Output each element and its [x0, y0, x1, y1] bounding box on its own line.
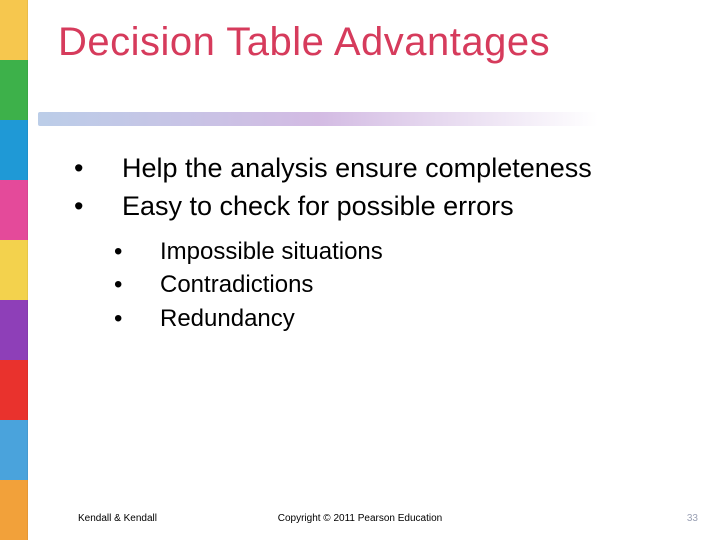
bullet-dot-icon: • [136, 235, 160, 269]
stripe-block [0, 360, 28, 420]
stripe-block [0, 120, 28, 180]
stripe-block [0, 420, 28, 480]
bullet-text: Redundancy [160, 305, 295, 332]
bullet-level1: •Easy to check for possible errors [98, 188, 678, 224]
bullet-dot-icon: • [136, 268, 160, 302]
slide-body: •Help the analysis ensure completeness •… [98, 150, 678, 336]
decorative-stripe [0, 0, 28, 540]
stripe-block [0, 180, 28, 240]
stripe-block [0, 480, 28, 540]
footer-copyright: Copyright © 2011 Pearson Education [0, 513, 720, 524]
bullet-dot-icon: • [98, 150, 122, 186]
bullet-text: Help the analysis ensure completeness [122, 153, 592, 183]
bullet-level2: •Impossible situations [136, 235, 678, 269]
bullet-text: Impossible situations [160, 238, 383, 265]
bullet-level2: •Contradictions [136, 268, 678, 302]
stripe-block [0, 60, 28, 120]
slide-title: Decision Table Advantages [58, 20, 550, 65]
stripe-block [0, 0, 28, 60]
sub-bullet-group: •Impossible situations •Contradictions •… [136, 235, 678, 336]
bullet-level2: •Redundancy [136, 302, 678, 336]
bullet-level1: •Help the analysis ensure completeness [98, 150, 678, 186]
bullet-text: Contradictions [160, 271, 313, 298]
slide: Decision Table Advantages •Help the anal… [0, 0, 720, 540]
title-underline [38, 112, 598, 126]
stripe-block [0, 240, 28, 300]
bullet-text: Easy to check for possible errors [122, 191, 514, 221]
bullet-dot-icon: • [98, 188, 122, 224]
stripe-block [0, 300, 28, 360]
bullet-dot-icon: • [136, 302, 160, 336]
footer-page-number: 33 [687, 513, 698, 524]
